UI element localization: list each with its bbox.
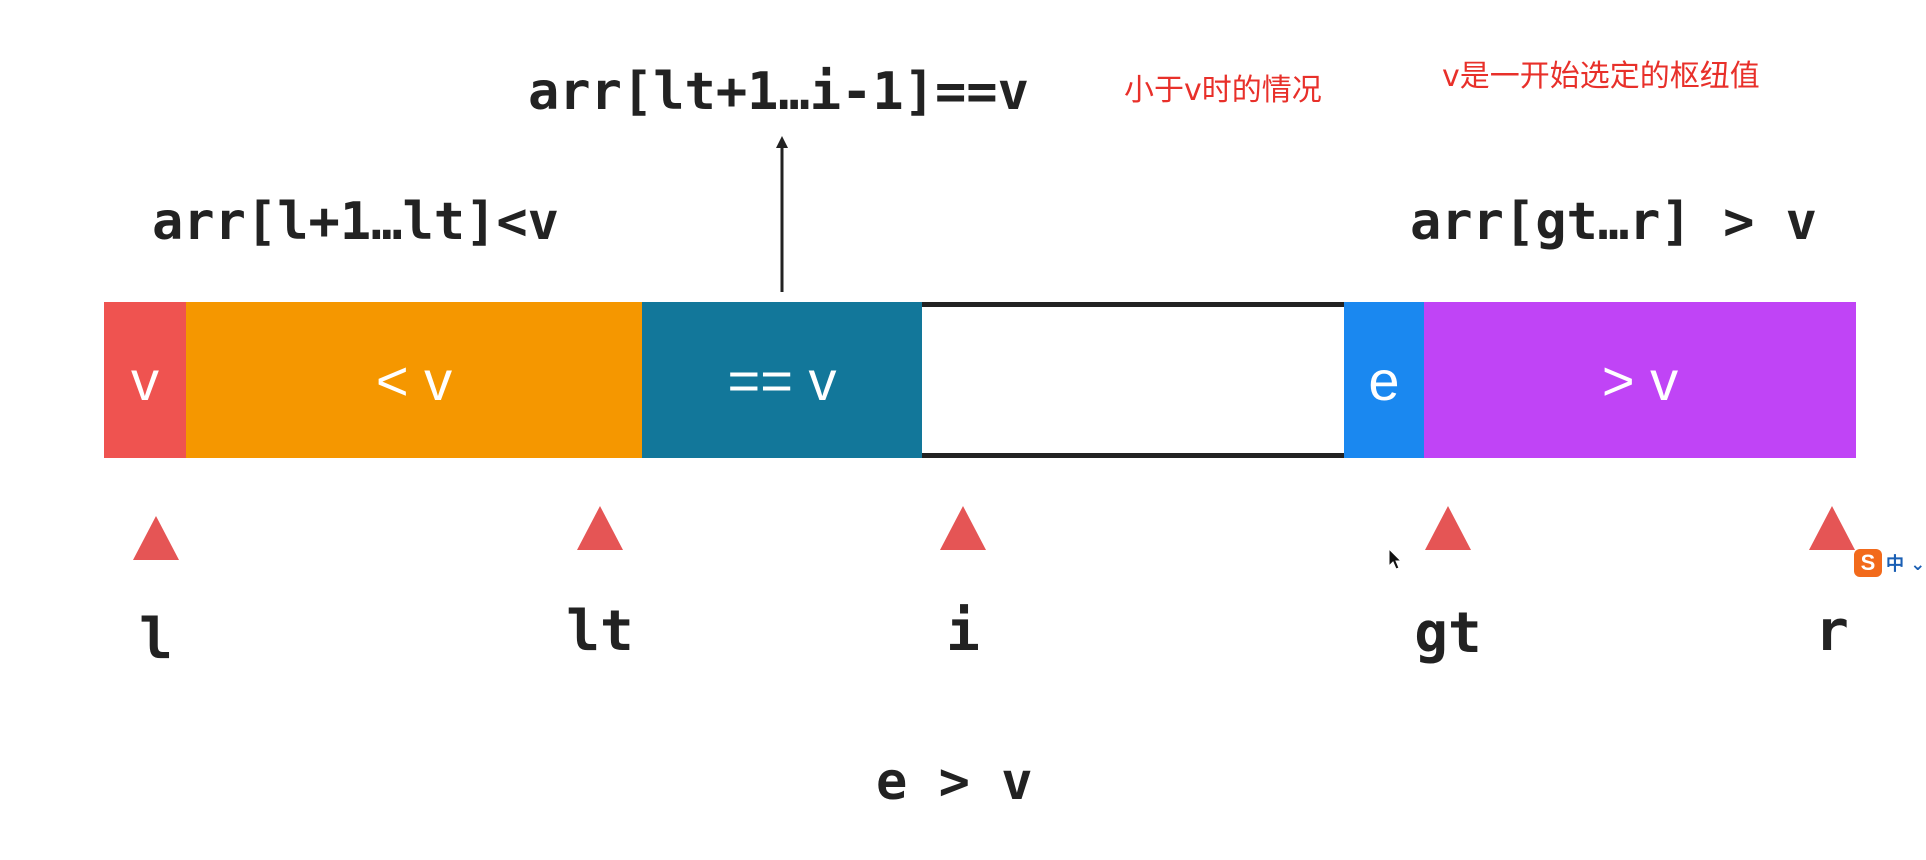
pointer-r-label: r xyxy=(1815,599,1849,664)
unprocessed-segment xyxy=(922,302,1344,458)
equal-range-label: arr[lt+1…i-1]==v xyxy=(528,62,1029,122)
pointer-l-label: l xyxy=(139,607,173,672)
equal-segment: == v xyxy=(642,302,922,458)
pointer-lt-icon xyxy=(577,506,623,550)
greater-range-label: arr[gt…r] > v xyxy=(1410,192,1817,252)
condition-label: e > v xyxy=(876,752,1033,812)
ime-indicator[interactable]: S 中 ⌄ xyxy=(1854,548,1926,578)
pointer-r-icon xyxy=(1809,506,1855,550)
up-arrow-icon xyxy=(776,136,788,292)
pointer-i-icon xyxy=(940,506,986,550)
pointer-gt-label: gt xyxy=(1414,601,1482,666)
pointer-l-icon xyxy=(133,516,179,560)
current-element-segment: e xyxy=(1344,302,1424,458)
pointer-gt-icon xyxy=(1425,506,1471,550)
less-range-label: arr[l+1…lt]<v xyxy=(152,192,559,252)
less-segment: < v xyxy=(186,302,642,458)
pointer-i-label: i xyxy=(946,599,980,664)
ime-mode-label: 中 ⌄ xyxy=(1886,554,1926,575)
case-note: 小于v时的情况 xyxy=(1124,73,1322,108)
greater-segment: > v xyxy=(1424,302,1856,458)
mouse-cursor-icon xyxy=(1388,548,1403,570)
pivot-note: v是一开始选定的枢纽值 xyxy=(1442,59,1760,94)
sogou-logo-icon: S xyxy=(1854,549,1882,577)
pivot-segment: v xyxy=(104,302,186,458)
pointer-lt-label: lt xyxy=(566,599,634,664)
